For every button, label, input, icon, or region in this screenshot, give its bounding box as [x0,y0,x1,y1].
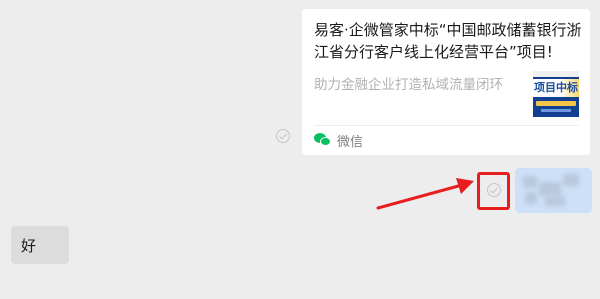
article-title: 易客·企微管家中标“中国邮政储蓄银行浙江省分行客户线上化经营平台”项目! [314,21,582,61]
article-description: 助力金融企业打造私域流量闭环 [314,77,503,93]
annotation-arrow-icon [376,178,474,210]
source-label: 微信 [337,134,364,150]
wechat-icon [314,132,332,148]
thumbnail-caption: 项目中标 [533,79,579,97]
sent-status-check-icon [276,129,290,143]
incoming-message-text: 好 [21,236,37,255]
outgoing-message-bubble-redacted[interactable] [515,168,592,213]
shared-article-card[interactable]: 易客·企微管家中标“中国邮政储蓄银行浙江省分行客户线上化经营平台”项目! 助力金… [302,9,590,155]
incoming-message-bubble[interactable]: 好 [11,226,69,264]
card-divider [314,125,578,126]
annotation-highlight-box [477,172,510,210]
article-source: 微信 [314,130,363,150]
article-thumbnail: 项目中标 [533,71,579,117]
